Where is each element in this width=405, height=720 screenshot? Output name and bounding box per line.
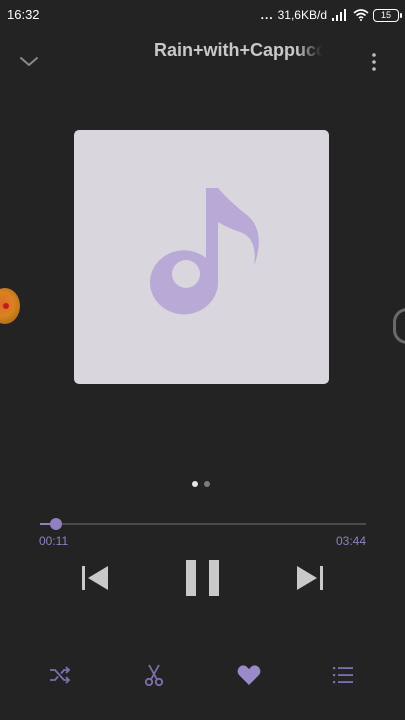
heart-icon[interactable]	[236, 662, 262, 688]
network-speed: 31,6KB/d	[277, 8, 327, 22]
status-indicators: ... 31,6KB/d 15	[260, 6, 402, 24]
page-indicator	[192, 481, 210, 487]
floating-ball[interactable]	[0, 288, 20, 324]
notification-dots: ...	[260, 8, 274, 22]
album-artwork[interactable]	[74, 130, 329, 384]
battery-indicator: 15	[373, 8, 402, 22]
playlist-icon[interactable]	[330, 662, 356, 688]
seek-thumb[interactable]	[49, 518, 62, 530]
skip-previous-icon[interactable]	[80, 562, 110, 594]
floating-ball-dot	[3, 303, 9, 309]
skip-next-icon[interactable]	[295, 562, 325, 594]
total-time: 03:44	[335, 534, 366, 548]
page-dot-2	[204, 481, 210, 487]
shuffle-icon[interactable]	[47, 662, 73, 688]
track-title: Rain+with+Cappuccino	[154, 40, 322, 60]
battery-level: 15	[380, 10, 391, 20]
page-dot-1	[192, 481, 198, 487]
pause-icon[interactable]	[184, 558, 222, 598]
scissors-icon[interactable]	[141, 662, 167, 688]
seek-bar[interactable]	[40, 518, 366, 530]
more-vertical-icon[interactable]	[364, 50, 384, 74]
status-bar: 16:32 ... 31,6KB/d 15	[0, 0, 405, 30]
chevron-down-icon[interactable]	[16, 50, 42, 72]
edge-handle[interactable]	[393, 308, 405, 344]
elapsed-time: 00:11	[39, 534, 69, 548]
signal-icon	[332, 9, 346, 21]
music-note-icon	[150, 188, 259, 315]
status-time: 16:32	[7, 7, 40, 22]
wifi-icon	[353, 9, 369, 21]
